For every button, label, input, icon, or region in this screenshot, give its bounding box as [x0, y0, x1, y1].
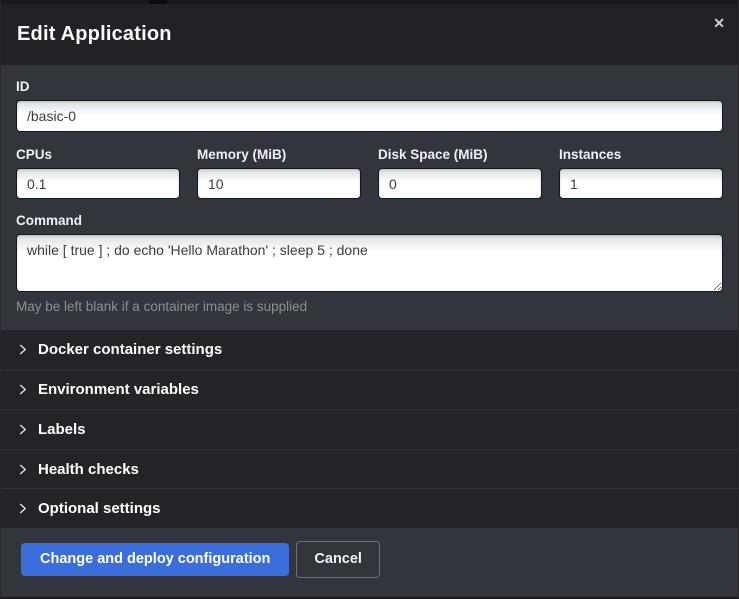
command-help-text: May be left blank if a container image i…	[16, 299, 723, 314]
disk-space-field-group: Disk Space (MiB)	[378, 147, 542, 199]
instances-label: Instances	[559, 147, 723, 162]
disk-space-label: Disk Space (MiB)	[378, 147, 542, 162]
command-field-group: Command May be left blank if a container…	[16, 213, 723, 314]
id-input[interactable]	[16, 100, 723, 132]
memory-field-group: Memory (MiB)	[197, 147, 361, 199]
chevron-right-icon	[17, 464, 28, 475]
section-labels[interactable]: Labels	[1, 409, 738, 449]
chevron-right-icon	[17, 503, 28, 514]
modal-footer: Change and deploy configuration Cancel	[1, 528, 738, 590]
section-label: Environment variables	[38, 381, 199, 398]
chevron-right-icon	[17, 344, 28, 355]
modal-header: Edit Application ✕	[1, 4, 738, 65]
cpus-label: CPUs	[16, 147, 180, 162]
edit-application-modal: Edit Application ✕ ID CPUs Memory (MiB) …	[0, 0, 739, 599]
memory-input[interactable]	[197, 168, 361, 199]
memory-label: Memory (MiB)	[197, 147, 361, 162]
modal-body: ID CPUs Memory (MiB) Disk Space (MiB) In…	[1, 65, 738, 314]
resource-row: CPUs Memory (MiB) Disk Space (MiB) Insta…	[16, 147, 723, 199]
section-health-checks[interactable]: Health checks	[1, 449, 738, 489]
section-label: Health checks	[38, 461, 139, 478]
close-icon[interactable]: ✕	[713, 16, 725, 30]
command-label: Command	[16, 213, 723, 228]
cancel-button[interactable]: Cancel	[296, 541, 380, 578]
accordion-panel: Docker container settings Environment va…	[1, 330, 738, 528]
command-textarea[interactable]	[16, 234, 723, 292]
chevron-right-icon	[17, 384, 28, 395]
section-docker-container-settings[interactable]: Docker container settings	[1, 330, 738, 370]
id-label: ID	[16, 79, 723, 94]
chevron-right-icon	[17, 424, 28, 435]
change-and-deploy-button[interactable]: Change and deploy configuration	[21, 543, 289, 576]
cpus-input[interactable]	[16, 168, 180, 199]
section-optional-settings[interactable]: Optional settings	[1, 488, 738, 528]
section-environment-variables[interactable]: Environment variables	[1, 370, 738, 410]
instances-field-group: Instances	[559, 147, 723, 199]
modal-title: Edit Application	[17, 23, 172, 46]
id-field-group: ID	[16, 79, 723, 132]
instances-input[interactable]	[559, 168, 723, 199]
section-label: Docker container settings	[38, 341, 222, 358]
disk-space-input[interactable]	[378, 168, 542, 199]
section-label: Optional settings	[38, 500, 161, 517]
cpus-field-group: CPUs	[16, 147, 180, 199]
section-label: Labels	[38, 421, 86, 438]
